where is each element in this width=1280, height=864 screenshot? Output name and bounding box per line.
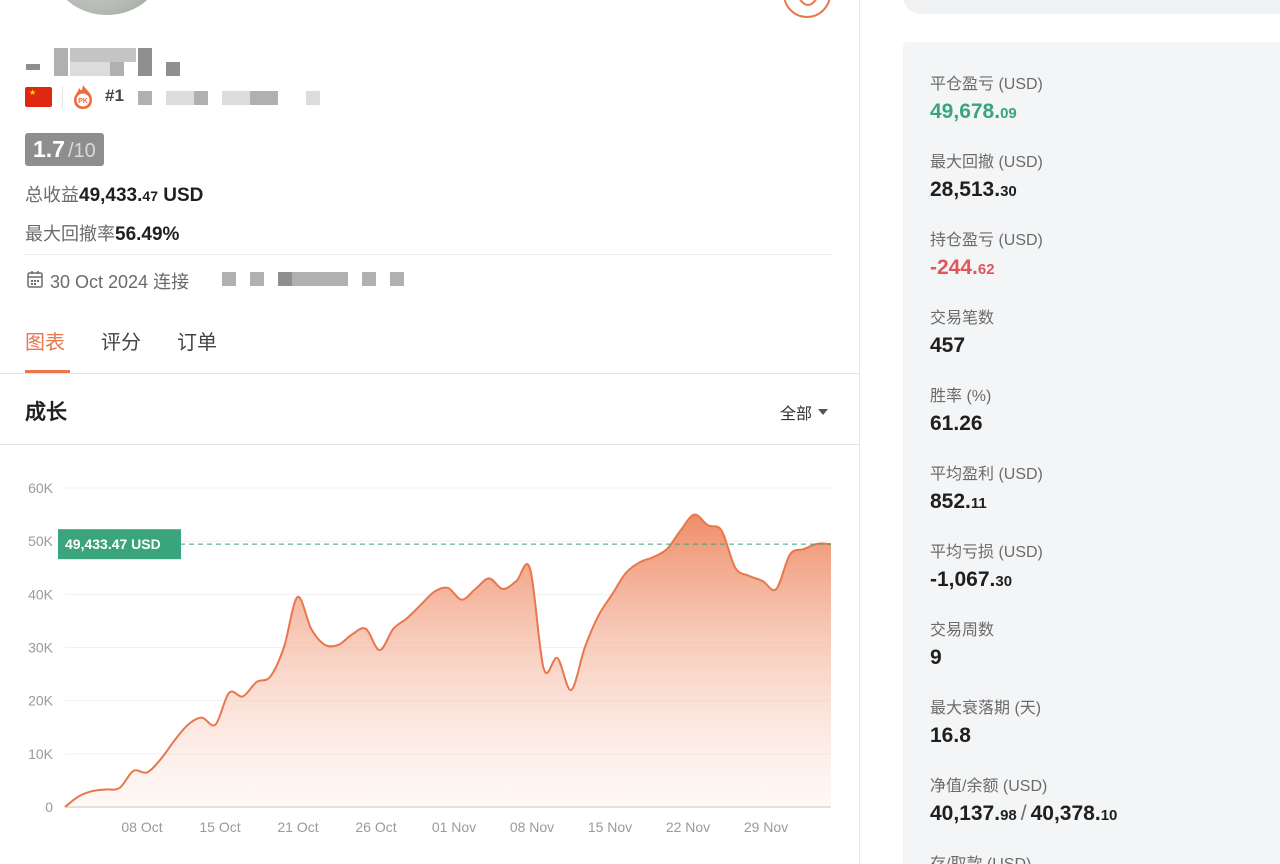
stat-item: 最大衰落期 (天) 16.8 (930, 694, 1041, 748)
stat-value: 61.26 (930, 412, 983, 435)
range-select-label: 全部 (780, 406, 813, 423)
stat-label: 净值/余额 (USD) (930, 778, 1048, 795)
x-tick-label: 08 Oct (121, 819, 162, 835)
y-tick-label: 20K (28, 693, 54, 709)
gear-icon (799, 0, 817, 6)
growth-title: 成长 (25, 401, 67, 424)
growth-chart: 60K 50K 40K 30K 20K 10K 0 08 Oct 15 Oct 21 Oct 26… (28, 480, 832, 835)
svg-text:PK: PK (78, 98, 88, 105)
stat-label: 交易周数 (930, 622, 995, 639)
score-badge: 1.7 /10 (25, 133, 104, 166)
x-tick-label: 08 Nov (510, 819, 554, 835)
x-tick-label: 21 Oct (277, 819, 318, 835)
y-tick-label: 30K (28, 640, 54, 656)
stat-label: 最大衰落期 (天) (930, 700, 1042, 717)
stat-label: 平均盈利 (USD) (930, 466, 1043, 483)
y-tick-label: 40K (28, 586, 54, 602)
max-drawdown-rate: 最大回撤率56.49% (25, 224, 180, 245)
y-tick-label: 60K (28, 480, 54, 496)
stat-label: 交易笔数 (930, 310, 995, 327)
tab-chart[interactable]: 图表 (25, 326, 65, 355)
y-tick-label: 0 (45, 799, 53, 815)
connected-date: 30 Oct 2024 连接 (50, 272, 190, 292)
tab-bar: 图表 评分 订单 (25, 326, 217, 355)
current-value-label: 49,433.47 USD (65, 536, 161, 552)
rank-label: #1 (105, 86, 124, 105)
stat-label: 持仓盈亏 (USD) (930, 232, 1043, 249)
stat-item: 最大回撤 (USD) 28,513.30 (930, 148, 1043, 202)
stat-value: 49,678.09 (930, 100, 1017, 123)
china-flag-icon: ★ (25, 87, 52, 107)
stat-item: 净值/余额 (USD) 40,137.98/40,378.10 (930, 772, 1117, 826)
stat-label: 平均亏损 (USD) (930, 544, 1043, 561)
stat-item: 持仓盈亏 (USD) -244.62 (930, 226, 1043, 280)
stat-item: 交易周数 9 (930, 616, 994, 670)
stat-item: 平均亏损 (USD) -1,067.30 (930, 538, 1043, 592)
score-value: 1.7 (33, 136, 65, 162)
stat-label: 存/取款 (USD) (930, 850, 1031, 864)
divider (62, 86, 63, 108)
stat-label: 胜率 (%) (930, 388, 992, 405)
stat-item: 交易笔数 457 (930, 304, 994, 358)
total-profit: 总收益49,433.47 USD (25, 185, 204, 206)
range-select[interactable]: 全部 (780, 400, 829, 424)
stat-value: 9 (930, 646, 942, 669)
stat-item: 存/取款 (USD) (930, 850, 1031, 864)
tab-orders[interactable]: 订单 (177, 326, 217, 355)
pk-flame-icon: PK (74, 85, 92, 109)
stat-item: 平均盈利 (USD) 852.11 (930, 460, 1043, 514)
x-tick-label: 22 Nov (666, 819, 710, 835)
y-tick-label: 10K (28, 746, 54, 762)
stat-label: 平仓盈亏 (USD) (930, 76, 1043, 93)
divider (0, 373, 860, 374)
stat-value: 28,513.30 (930, 178, 1017, 201)
x-tick-label: 29 Nov (744, 819, 788, 835)
x-tick-label: 01 Nov (432, 819, 476, 835)
stat-item: 平仓盈亏 (USD) 49,678.09 (930, 70, 1043, 124)
stat-label: 最大回撤 (USD) (930, 154, 1043, 171)
y-tick-label: 50K (28, 533, 54, 549)
x-tick-label: 26 Oct (355, 819, 396, 835)
x-tick-label: 15 Nov (588, 819, 632, 835)
x-tick-label: 15 Oct (199, 819, 240, 835)
score-max: /10 (67, 140, 96, 162)
stat-value: -244.62 (930, 256, 995, 279)
stat-value: 457 (930, 334, 966, 357)
stat-item: 胜率 (%) 61.26 (930, 382, 991, 436)
stat-value: 40,137.98/40,378.10 (930, 802, 1118, 825)
caret-down-icon (818, 409, 829, 415)
tab-rating[interactable]: 评分 (101, 326, 141, 355)
stat-value: -1,067.30 (930, 568, 1013, 591)
stat-value: 16.8 (930, 724, 971, 747)
calendar-icon (27, 271, 43, 288)
top-bar (903, 0, 1280, 14)
stat-value: 852.11 (930, 490, 987, 513)
divider (25, 254, 831, 255)
